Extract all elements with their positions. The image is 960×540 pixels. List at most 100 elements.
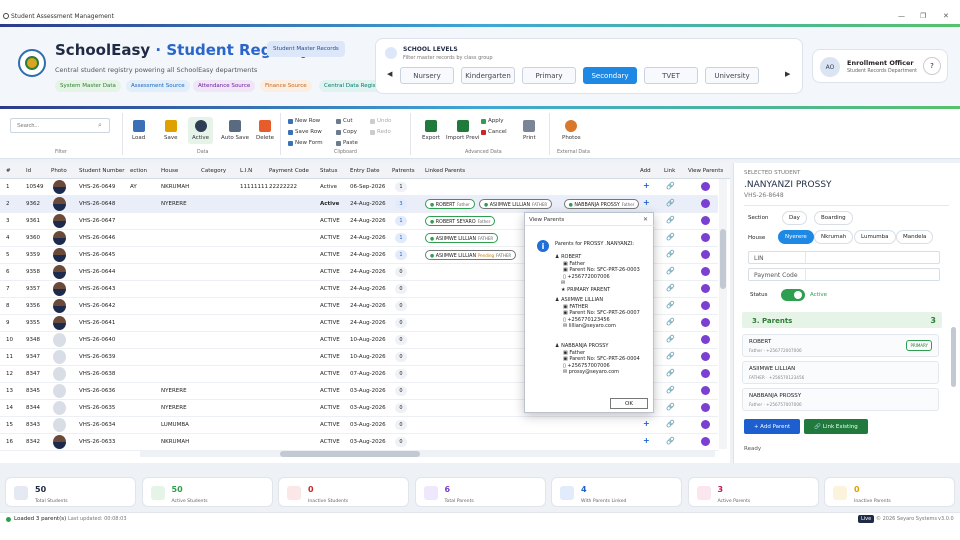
view-parents-icon[interactable] xyxy=(701,216,710,225)
table-row[interactable]: 2 9362 VHS-26-0648 NYERERE Active 24-Aug-2026… xyxy=(0,196,718,213)
copy-button[interactable]: Copy xyxy=(336,129,357,135)
level-tvet[interactable]: TVET xyxy=(644,67,698,84)
search-input[interactable] xyxy=(10,118,110,133)
column-header[interactable]: Patrents xyxy=(392,168,415,174)
panel-scrollbar[interactable] xyxy=(951,327,956,387)
link-icon[interactable]: 🔗 xyxy=(666,267,675,276)
column-header[interactable]: Payment Code xyxy=(269,168,309,174)
undo-button[interactable]: Undo xyxy=(370,118,391,124)
redo-button[interactable]: Redo xyxy=(370,129,391,135)
column-header[interactable]: Linked Parents xyxy=(425,168,465,174)
link-icon[interactable]: 🔗 xyxy=(666,352,675,361)
level-nursery[interactable]: Nursery xyxy=(400,67,454,84)
link-icon[interactable]: 🔗 xyxy=(666,437,675,446)
view-parents-icon[interactable] xyxy=(701,233,710,242)
view-parents-icon[interactable] xyxy=(701,301,710,310)
level-university[interactable]: University xyxy=(705,67,759,84)
link-icon[interactable]: 🔗 xyxy=(666,233,675,242)
view-parents-icon[interactable] xyxy=(701,437,710,446)
horizontal-scrollbar[interactable] xyxy=(140,451,715,457)
view-parents-icon[interactable] xyxy=(701,352,710,361)
link-icon[interactable]: 🔗 xyxy=(666,386,675,395)
house-option-nkrumah[interactable]: Nkrumah xyxy=(814,230,854,244)
section-option-day[interactable]: Day xyxy=(782,211,807,225)
help-button[interactable]: ? xyxy=(923,57,941,75)
parent-pill[interactable]: ● ROBERT SEYARO Father xyxy=(425,216,496,226)
add-parent-icon[interactable]: + xyxy=(643,419,650,428)
parent-pill[interactable]: ● ROBERT Father xyxy=(425,199,475,209)
parent-card[interactable]: ASIIMWE LILLIAN FATHER · +256570123456 xyxy=(742,361,939,384)
parent-pill[interactable]: ● NABBANJA PROSSY Father xyxy=(563,199,640,209)
cut-button[interactable]: Cut xyxy=(336,118,352,124)
import-preview-button[interactable]: Import Previ xyxy=(446,120,480,141)
ok-button[interactable]: OK xyxy=(610,398,648,409)
minimize-icon[interactable]: — xyxy=(898,12,905,20)
link-icon[interactable]: 🔗 xyxy=(666,250,675,259)
view-parents-icon[interactable] xyxy=(701,199,710,208)
view-parents-icon[interactable] xyxy=(701,318,710,327)
active-button[interactable]: Active xyxy=(188,117,214,144)
column-header[interactable]: Add xyxy=(640,168,651,174)
parent-card[interactable]: ROBERT Father · +256772007006 PRIMARY xyxy=(742,334,939,357)
column-header[interactable]: View Parents xyxy=(688,168,723,174)
link-icon[interactable]: 🔗 xyxy=(666,335,675,344)
apply-button[interactable]: Apply xyxy=(481,118,504,124)
column-header[interactable]: ection xyxy=(130,168,147,174)
column-header[interactable]: Category xyxy=(201,168,226,174)
save-button[interactable]: Save xyxy=(164,120,178,141)
house-option-nyerere[interactable]: Nyerere xyxy=(778,230,814,244)
levels-next-icon[interactable]: ▶ xyxy=(785,70,790,78)
view-parents-icon[interactable] xyxy=(701,420,710,429)
link-icon[interactable]: 🔗 xyxy=(666,199,675,208)
column-header[interactable]: House xyxy=(161,168,178,174)
lin-field[interactable]: LIN xyxy=(748,251,940,264)
link-existing-button[interactable]: 🔗 Link Existing xyxy=(804,419,868,434)
status-toggle[interactable] xyxy=(781,289,805,301)
table-row[interactable]: 16 8342 VHS-26-0633 NKRUMAH ACTIVE 03-Aug-202… xyxy=(0,434,718,451)
export-button[interactable]: Export xyxy=(422,120,440,141)
parent-pill[interactable]: ● ASIIMWE LILLIAN FATHER xyxy=(479,199,553,209)
column-header[interactable]: Photo xyxy=(51,168,67,174)
view-parents-icon[interactable] xyxy=(701,403,710,412)
house-option-lumumba[interactable]: Lumumba xyxy=(854,230,896,244)
close-icon[interactable]: ✕ xyxy=(943,12,949,20)
parent-card[interactable]: NABBANJA PROSSY Father · +256757007006 xyxy=(742,388,939,411)
dialog-close-icon[interactable]: ✕ xyxy=(643,216,648,223)
link-icon[interactable]: 🔗 xyxy=(666,182,675,191)
column-header[interactable]: Id xyxy=(26,168,31,174)
print-button[interactable]: Print xyxy=(523,120,536,141)
delete-button[interactable]: Delete xyxy=(256,120,274,141)
column-header[interactable]: Link xyxy=(664,168,675,174)
paste-button[interactable]: Paste xyxy=(336,140,358,146)
photos-button[interactable]: Photos xyxy=(562,120,581,141)
link-icon[interactable]: 🔗 xyxy=(666,403,675,412)
add-parent-icon[interactable]: + xyxy=(643,181,650,190)
parents-section-header[interactable]: 3. Parents 3 xyxy=(742,312,942,328)
table-row[interactable]: 15 8343 VHS-26-0634 LUMUMBA ACTIVE 03-Aug-202… xyxy=(0,417,718,434)
parent-pill[interactable]: ● ASIIMWE LILLIAN FATHER xyxy=(425,233,499,243)
vertical-scrollbar[interactable] xyxy=(719,179,727,449)
level-kindergarten[interactable]: Kindergarten xyxy=(461,67,515,84)
table-row[interactable]: 1 10549 VHS-26-0649 AY NKRUMAH 11111111 222222… xyxy=(0,179,718,196)
column-header[interactable]: Entry Date xyxy=(350,168,380,174)
link-icon[interactable]: 🔗 xyxy=(666,301,675,310)
link-icon[interactable]: 🔗 xyxy=(666,420,675,429)
link-icon[interactable]: 🔗 xyxy=(666,369,675,378)
column-header[interactable]: # xyxy=(6,168,11,174)
add-parent-icon[interactable]: + xyxy=(643,436,650,445)
view-parents-icon[interactable] xyxy=(701,182,710,191)
view-parents-icon[interactable] xyxy=(701,369,710,378)
house-option-mandela[interactable]: Mandela xyxy=(896,230,934,244)
auto-save-button[interactable]: Auto Save xyxy=(221,120,249,141)
level-primary[interactable]: Primary xyxy=(522,67,576,84)
view-parents-icon[interactable] xyxy=(701,386,710,395)
cancel-button[interactable]: Cancel xyxy=(481,129,507,135)
view-parents-icon[interactable] xyxy=(701,250,710,259)
add-parent-button[interactable]: + Add Parent xyxy=(744,419,800,434)
view-parents-icon[interactable] xyxy=(701,335,710,344)
view-parents-icon[interactable] xyxy=(701,267,710,276)
maximize-icon[interactable]: ❐ xyxy=(920,12,926,20)
load-button[interactable]: Load xyxy=(132,120,145,141)
column-header[interactable]: Status xyxy=(320,168,338,174)
link-icon[interactable]: 🔗 xyxy=(666,216,675,225)
